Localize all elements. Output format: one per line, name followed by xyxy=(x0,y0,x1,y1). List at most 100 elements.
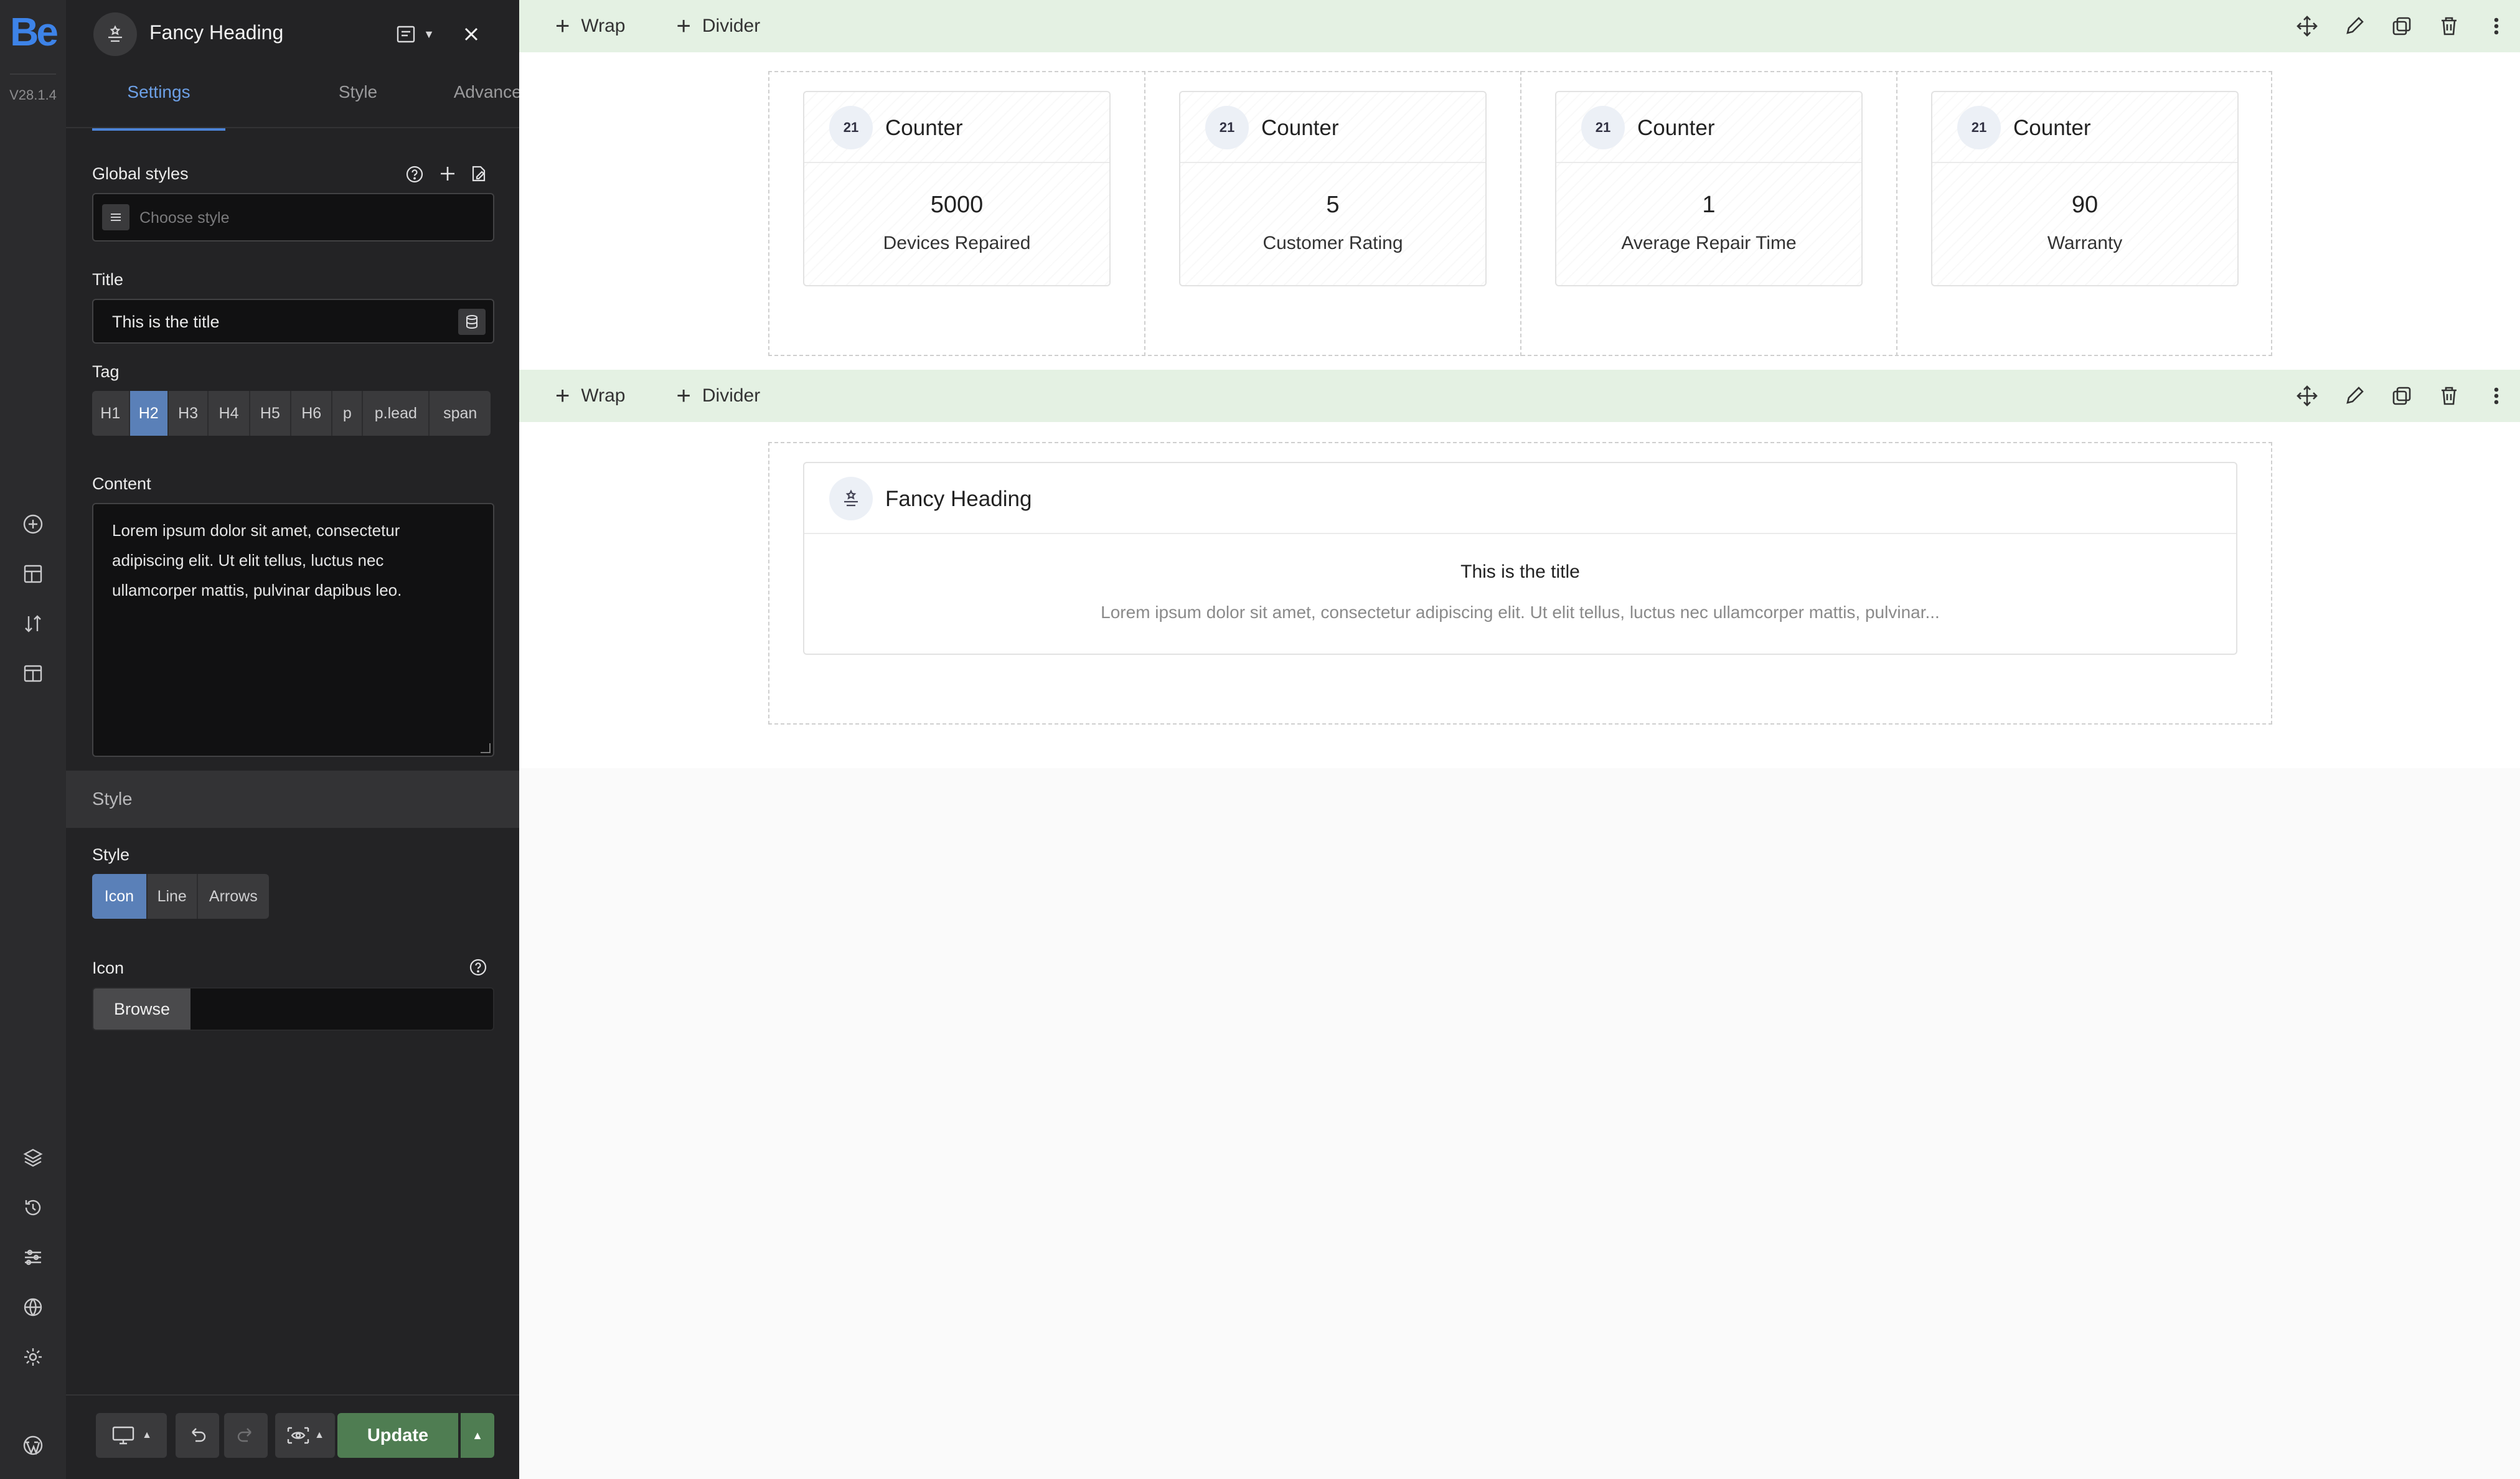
browse-icon-button[interactable]: Browse xyxy=(93,988,190,1030)
globe-icon[interactable] xyxy=(17,1291,49,1323)
title-input[interactable]: This is the title xyxy=(92,299,494,344)
preset-dropdown-button[interactable]: ▼ xyxy=(390,19,440,50)
edit-global-style-icon[interactable] xyxy=(468,163,489,184)
counter-value: 5 xyxy=(1326,192,1340,218)
fancy-heading-excerpt: Lorem ipsum dolor sit amet, consectetur … xyxy=(1101,603,1940,622)
style-section-heading[interactable]: Style xyxy=(66,771,519,828)
counter-value: 5000 xyxy=(930,192,984,218)
add-divider-button[interactable]: + Divider xyxy=(677,383,761,408)
plus-icon: + xyxy=(676,12,691,40)
tag-option-span[interactable]: span xyxy=(430,391,491,436)
title-label: Title xyxy=(92,270,124,289)
preview-button[interactable]: ▲ xyxy=(275,1413,335,1458)
tag-segmented-control: H1 H2 H3 H4 H5 H6 p p.lead span xyxy=(92,391,491,436)
fancy-heading-element-icon xyxy=(829,477,873,520)
tag-option-h2[interactable]: H2 xyxy=(129,391,169,436)
counter-caption: Customer Rating xyxy=(1262,233,1403,253)
help-icon[interactable] xyxy=(405,164,425,184)
chevron-down-icon: ▼ xyxy=(423,27,435,40)
update-button[interactable]: Update xyxy=(337,1413,458,1458)
style-option-icon[interactable]: Icon xyxy=(92,874,148,919)
update-options-caret-icon[interactable]: ▲ xyxy=(461,1413,494,1458)
icon-rail: Be V28.1.4 xyxy=(0,0,66,1479)
plus-icon: + xyxy=(676,382,691,410)
duplicate-icon[interactable] xyxy=(2378,0,2425,52)
counter-value: 1 xyxy=(1702,192,1716,218)
add-divider-button[interactable]: + Divider xyxy=(677,14,761,39)
settings-panel: Fancy Heading ▼ Settings Style Advanced … xyxy=(66,0,531,1479)
close-panel-button[interactable] xyxy=(456,19,487,50)
dynamic-data-icon[interactable] xyxy=(458,309,486,335)
wordpress-icon[interactable] xyxy=(17,1429,49,1462)
add-wrap-label: Wrap xyxy=(581,16,626,36)
tag-option-h4[interactable]: H4 xyxy=(209,391,250,436)
tag-option-h1[interactable]: H1 xyxy=(92,391,130,436)
pre-built-sections-icon[interactable] xyxy=(17,558,49,590)
tag-option-h5[interactable]: H5 xyxy=(250,391,292,436)
global-styles-label: Global styles xyxy=(92,164,189,183)
responsive-mode-button[interactable]: ▲ xyxy=(96,1413,167,1458)
counter-caption: Warranty xyxy=(2047,233,2123,253)
tab-settings[interactable]: Settings xyxy=(92,82,225,131)
section-actions xyxy=(2283,0,2520,52)
redo-button[interactable] xyxy=(224,1413,268,1458)
counter-card[interactable]: 21 Counter 90 Warranty xyxy=(1931,91,2239,286)
resize-handle[interactable] xyxy=(481,743,491,753)
style-option-arrows[interactable]: Arrows xyxy=(198,874,269,919)
move-icon[interactable] xyxy=(2283,370,2331,422)
rail-divider xyxy=(10,73,56,75)
content-textarea[interactable]: Lorem ipsum dolor sit amet, consectetur … xyxy=(92,503,494,757)
section-toolbar: + Wrap + Divider xyxy=(519,370,2520,422)
section-toolbar: + Wrap + Divider xyxy=(519,0,2520,52)
tag-option-p[interactable]: p xyxy=(332,391,364,436)
add-wrap-label: Wrap xyxy=(581,385,626,406)
caret-up-icon: ▲ xyxy=(314,1430,324,1440)
add-global-style-icon[interactable] xyxy=(437,163,458,184)
edit-pencil-icon[interactable] xyxy=(2331,0,2378,52)
layers-icon[interactable] xyxy=(17,1142,49,1174)
trash-icon[interactable] xyxy=(2425,370,2473,422)
counter-card-header: 21 Counter xyxy=(1932,92,2237,163)
more-options-icon[interactable] xyxy=(2473,370,2520,422)
add-wrap-button[interactable]: + Wrap xyxy=(555,14,626,39)
templates-icon[interactable] xyxy=(17,657,49,690)
settings-gear-icon[interactable] xyxy=(17,1341,49,1373)
counter-card[interactable]: 21 Counter 5000 Devices Repaired xyxy=(803,91,1111,286)
counter-card-header: 21 Counter xyxy=(1180,92,1485,163)
style-option-line[interactable]: Line xyxy=(148,874,198,919)
close-icon xyxy=(464,27,478,41)
options-sliders-icon[interactable] xyxy=(17,1241,49,1274)
be-logo[interactable]: Be xyxy=(0,9,66,55)
panel-footer: ▲ ▲ Update ▲ xyxy=(66,1394,519,1479)
undo-button[interactable] xyxy=(176,1413,219,1458)
duplicate-icon[interactable] xyxy=(2378,370,2425,422)
add-element-icon[interactable] xyxy=(17,508,49,540)
list-icon xyxy=(102,204,129,230)
move-icon[interactable] xyxy=(2283,0,2331,52)
add-wrap-button[interactable]: + Wrap xyxy=(555,383,626,408)
undo-icon xyxy=(192,1428,206,1442)
builder-canvas: + Wrap + Divider 21 Counter 5000 Devices R… xyxy=(519,0,2520,1479)
edit-pencil-icon[interactable] xyxy=(2331,370,2378,422)
tag-option-h6[interactable]: H6 xyxy=(291,391,333,436)
icon-help-icon[interactable] xyxy=(468,957,488,977)
tab-style[interactable]: Style xyxy=(291,82,425,128)
counter-card[interactable]: 21 Counter 1 Average Repair Time xyxy=(1555,91,1863,286)
column-divider xyxy=(1520,71,1521,356)
fancy-heading-card[interactable]: Fancy Heading This is the title Lorem ip… xyxy=(803,462,2237,655)
icon-picker-field[interactable]: Browse xyxy=(92,987,494,1031)
caret-up-icon: ▲ xyxy=(142,1430,152,1440)
global-style-select[interactable]: Choose style xyxy=(92,193,494,242)
sort-arrows-icon[interactable] xyxy=(17,608,49,640)
counter-card-header: 21 Counter xyxy=(804,92,1109,163)
style-segmented-control: Icon Line Arrows xyxy=(92,874,269,919)
more-options-icon[interactable] xyxy=(2473,0,2520,52)
tag-option-p-lead[interactable]: p.lead xyxy=(363,391,430,436)
trash-icon[interactable] xyxy=(2425,0,2473,52)
style-label: Style xyxy=(92,845,130,864)
counter-card[interactable]: 21 Counter 5 Customer Rating xyxy=(1179,91,1487,286)
history-icon[interactable] xyxy=(17,1191,49,1224)
counter-card-title: Counter xyxy=(1637,116,1715,140)
tag-option-h3[interactable]: H3 xyxy=(169,391,209,436)
plus-icon: + xyxy=(555,382,570,410)
